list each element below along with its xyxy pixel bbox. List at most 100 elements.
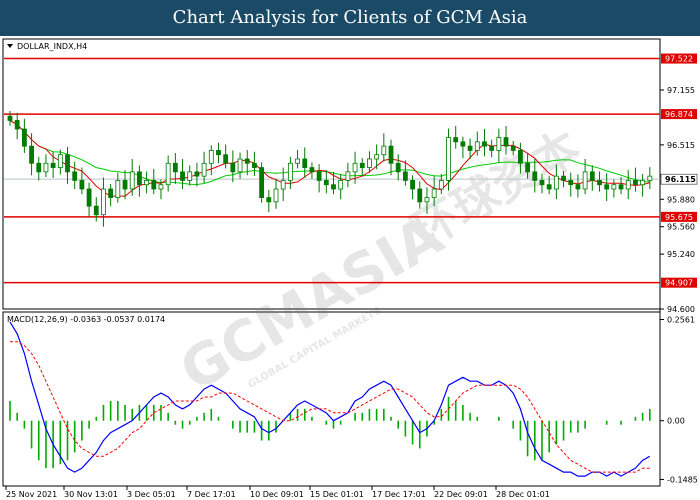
candle-body <box>101 188 106 216</box>
candle-body <box>388 145 394 164</box>
candle-body <box>352 162 358 173</box>
candle-body <box>208 150 214 164</box>
candle-body <box>309 167 315 173</box>
candle-body <box>575 184 581 190</box>
candle-body <box>72 171 78 181</box>
candle-body <box>287 162 293 181</box>
candle-body <box>496 137 502 151</box>
price-tick-label: 94.600 <box>667 305 695 314</box>
current-price-label: 96.115 <box>665 175 696 184</box>
candle-body <box>244 158 250 164</box>
candle-body <box>482 141 487 147</box>
candle-body <box>29 145 34 164</box>
candle-body <box>589 171 595 181</box>
candle-body <box>489 145 495 151</box>
candle-body <box>561 175 566 181</box>
candle-body <box>546 184 552 190</box>
candle-body <box>122 180 128 190</box>
candle-body <box>453 137 459 143</box>
candle-body <box>172 162 178 173</box>
time-tick-label: 3 Dec 05:01 <box>127 490 176 499</box>
candle-body <box>57 154 63 168</box>
candle-body <box>36 162 42 173</box>
candle-body <box>503 137 509 147</box>
candle-body <box>158 184 164 190</box>
time-tick-label: 15 Dec 01:01 <box>310 490 364 499</box>
level-label: 97.522 <box>665 55 693 64</box>
candle-body <box>438 180 444 190</box>
candle-body <box>417 188 423 203</box>
candle-body <box>223 154 229 164</box>
candle-body <box>597 180 602 186</box>
candle-body <box>647 175 653 181</box>
candle-body <box>86 188 92 207</box>
time-tick-label: 7 Dec 17:01 <box>187 490 236 499</box>
candle-body <box>14 120 20 130</box>
candle-body <box>474 141 480 151</box>
candle-body <box>640 180 646 186</box>
candle-body <box>618 184 624 190</box>
candle-body <box>395 162 401 173</box>
candle-body <box>381 145 387 156</box>
candle-body <box>266 197 272 203</box>
candle-body <box>518 150 523 164</box>
candle-body <box>460 141 466 147</box>
candle-body <box>7 115 13 121</box>
candle-body <box>424 197 430 203</box>
price-tick-label: 95.240 <box>667 250 695 259</box>
candle-body <box>431 188 437 198</box>
candle-body <box>136 171 142 186</box>
candle-body <box>553 175 559 190</box>
candle-body <box>216 150 221 156</box>
candle-body <box>633 180 638 186</box>
price-tick-label: 95.560 <box>667 223 695 232</box>
candle-body <box>180 171 185 181</box>
candle-body <box>115 180 121 198</box>
candle-body <box>194 171 200 177</box>
level-label: 96.874 <box>665 110 693 119</box>
candle-body <box>144 180 149 186</box>
candle-body <box>446 137 451 181</box>
candle-body <box>359 162 365 168</box>
candle-body <box>374 154 380 160</box>
candle-body <box>316 171 322 181</box>
candle-body <box>410 180 415 190</box>
macd-tick-label: 0.2561 <box>667 315 695 324</box>
candle-body <box>345 171 351 181</box>
macd-label: MACD(12,26,9) -0.0363 -0.0537 0.0174 <box>7 315 165 324</box>
time-tick-label: 28 Dec 01:01 <box>496 490 550 499</box>
candle-body <box>187 171 193 181</box>
candle-body <box>582 171 588 190</box>
candle-body <box>259 167 265 198</box>
level-label: 95.675 <box>665 213 693 222</box>
candle-body <box>331 184 336 190</box>
candle-body <box>151 180 157 190</box>
time-tick-label: 25 Nov 2021 <box>6 490 57 499</box>
candle-body <box>50 162 56 168</box>
time-tick-label: 10 Dec 09:01 <box>250 490 304 499</box>
candle-body <box>467 145 473 151</box>
price-tick-label: 95.880 <box>667 195 695 204</box>
candle-body <box>323 180 329 186</box>
candle-body <box>165 162 171 186</box>
level-label: 94.907 <box>665 279 693 288</box>
candle-body <box>510 145 516 151</box>
time-tick-label: 22 Dec 09:01 <box>434 490 488 499</box>
macd-tick-label: 0.00 <box>667 417 685 426</box>
time-tick-label: 30 Nov 13:01 <box>64 490 118 499</box>
candle-body <box>273 188 279 203</box>
candle-body <box>65 154 70 173</box>
candle-body <box>108 188 114 198</box>
candle-body <box>280 180 286 190</box>
candle-body <box>302 158 308 168</box>
candle-body <box>539 180 545 186</box>
candle-body <box>625 180 631 190</box>
candle-body <box>338 180 344 190</box>
candle-body <box>295 158 300 164</box>
page-title: Chart Analysis for Clients of GCM Asia <box>0 0 700 36</box>
candle-body <box>252 162 257 168</box>
time-tick-label: 17 Dec 17:01 <box>372 490 426 499</box>
symbol-label: DOLLAR_INDX,H4 <box>17 42 87 51</box>
candle-body <box>604 184 610 190</box>
candle-body <box>367 158 372 168</box>
